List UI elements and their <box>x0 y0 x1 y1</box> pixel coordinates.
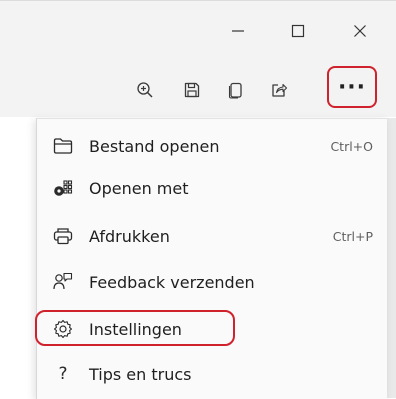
menu-item-label: Feedback verzenden <box>89 272 255 292</box>
question-icon: ? <box>58 364 68 384</box>
save-icon <box>184 82 200 98</box>
close-button[interactable] <box>340 14 380 48</box>
maximize-icon <box>291 24 305 38</box>
menu-item-label: Bestand openen <box>89 136 220 156</box>
zoom-in-icon <box>137 82 153 98</box>
maximize-button[interactable] <box>278 14 318 48</box>
zoom-in-button[interactable] <box>128 73 162 107</box>
share-button[interactable] <box>262 73 296 107</box>
menu-item-open-file[interactable]: Bestand openen Ctrl+O <box>37 127 387 165</box>
folder-icon <box>53 136 73 156</box>
copy-icon <box>228 82 242 99</box>
minimize-button[interactable] <box>218 14 258 48</box>
shortcut-label: Ctrl+P <box>332 228 373 244</box>
shortcut-label: Ctrl+O <box>330 138 373 154</box>
menu-item-print[interactable]: Afdrukken Ctrl+P <box>37 217 387 255</box>
copy-button[interactable] <box>219 73 253 107</box>
more-options-button[interactable]: ··· <box>327 66 377 108</box>
share-icon <box>272 83 288 97</box>
more-options-menu: Bestand openen Ctrl+O Openen met Afdrukk… <box>36 118 387 399</box>
save-button[interactable] <box>175 73 209 107</box>
menu-item-label: Openen met <box>89 178 189 198</box>
open-with-icon <box>53 178 73 198</box>
gear-icon <box>53 319 73 339</box>
menu-item-tips[interactable]: ? Tips en trucs <box>37 355 387 393</box>
top-border <box>0 0 396 1</box>
close-icon <box>354 25 366 37</box>
printer-icon <box>53 226 73 246</box>
feedback-icon <box>53 272 73 292</box>
menu-item-settings[interactable]: Instellingen <box>37 310 387 348</box>
minimize-icon <box>232 30 244 32</box>
menu-item-open-with[interactable]: Openen met <box>37 169 387 207</box>
more-options-icon: ··· <box>337 74 367 100</box>
menu-item-label: Tips en trucs <box>89 364 192 384</box>
menu-item-send-feedback[interactable]: Feedback verzenden <box>37 263 387 301</box>
menu-item-label: Instellingen <box>89 319 182 339</box>
title-bar <box>0 0 396 62</box>
menu-item-label: Afdrukken <box>89 226 170 246</box>
